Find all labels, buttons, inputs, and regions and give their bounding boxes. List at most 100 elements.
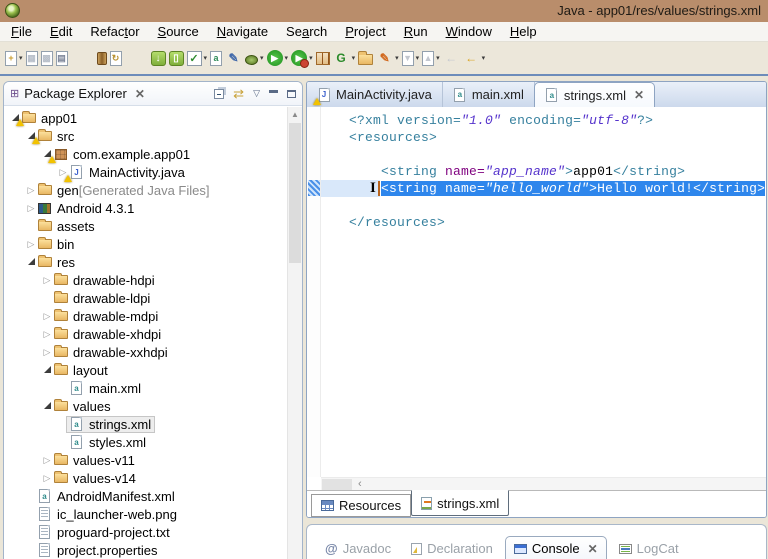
- refresh-button[interactable]: ↻: [109, 46, 123, 70]
- mark-occurrences-dropdown-arrow[interactable]: ▾: [395, 54, 399, 62]
- lint-check-button[interactable]: ✓▾: [186, 46, 209, 70]
- previous-annotation-dropdown-arrow[interactable]: ▾: [436, 54, 440, 62]
- previous-annotation-button[interactable]: ▲▾: [421, 46, 441, 70]
- tree-item-res[interactable]: res: [26, 253, 75, 271]
- tree-item-com-example-app01[interactable]: com.example.app01: [42, 145, 190, 163]
- new-android-project-button[interactable]: a: [209, 46, 223, 70]
- tree-item-styles-xml[interactable]: astyles.xml: [58, 433, 146, 451]
- android-sdk-manager-button[interactable]: ↓: [150, 46, 167, 70]
- page-tab-strings-xml[interactable]: strings.xml: [411, 490, 509, 516]
- menu-search[interactable]: Search: [277, 22, 336, 41]
- menu-edit[interactable]: Edit: [41, 22, 81, 41]
- view-tab-console[interactable]: Console✕: [505, 536, 607, 559]
- external-tools-button[interactable]: [96, 46, 108, 70]
- tree-expander-icon[interactable]: ▷: [42, 329, 52, 340]
- print-button[interactable]: ▤: [55, 46, 69, 70]
- menu-run[interactable]: Run: [395, 22, 437, 41]
- menu-project[interactable]: Project: [336, 22, 394, 41]
- tree-item-values[interactable]: values: [42, 397, 111, 415]
- view-tab-declaration[interactable]: Declaration: [403, 537, 501, 559]
- forward-button[interactable]: ←▾: [462, 46, 487, 70]
- hscroll-thumb[interactable]: [322, 479, 352, 490]
- view-menu-button[interactable]: ▽: [253, 88, 260, 99]
- collapse-all-button[interactable]: [214, 89, 224, 99]
- tree-expander-icon[interactable]: [42, 401, 52, 411]
- tree-expander-icon[interactable]: ▷: [26, 185, 36, 196]
- code-editor[interactable]: <?xml version="1.0" encoding="utf-8"?><r…: [321, 107, 766, 477]
- new-junit-test-dropdown-arrow[interactable]: ▾: [352, 54, 356, 62]
- tree-item-androidmanifest-xml[interactable]: aAndroidManifest.xml: [26, 487, 175, 505]
- debug-dropdown-arrow[interactable]: ▾: [260, 54, 264, 62]
- tree-item-drawable-xhdpi[interactable]: ▷drawable-xhdpi: [42, 325, 161, 343]
- tree-expander-icon[interactable]: ▷: [42, 347, 52, 358]
- tree-expander-icon[interactable]: ▷: [26, 203, 36, 214]
- tree-item-ic-launcher-web-png[interactable]: ic_launcher-web.png: [26, 505, 177, 523]
- hscroll-left-arrow[interactable]: ‹: [358, 478, 362, 490]
- new-wizard-dropdown-arrow[interactable]: ▾: [19, 54, 23, 62]
- android-virtual-device-manager-button[interactable]: ▯: [168, 46, 185, 70]
- scrollbar-thumb[interactable]: [289, 123, 301, 263]
- tree-expander-icon[interactable]: ▷: [42, 275, 52, 286]
- tree-item-assets[interactable]: assets: [26, 217, 95, 235]
- view-tab-logcat[interactable]: LogCat: [611, 537, 687, 559]
- editor-tab-mainactivity-java[interactable]: JMainActivity.java: [307, 82, 443, 107]
- view-tab-javadoc[interactable]: @Javadoc: [317, 537, 399, 559]
- debug-button[interactable]: ▾: [244, 46, 265, 70]
- tree-item-drawable-hdpi[interactable]: ▷drawable-hdpi: [42, 271, 155, 289]
- next-annotation-button[interactable]: ▼▾: [401, 46, 421, 70]
- scrollbar-up-arrow[interactable]: ▲: [288, 107, 302, 122]
- tree-item-drawable-xxhdpi[interactable]: ▷drawable-xxhdpi: [42, 343, 168, 361]
- open-resource-button[interactable]: [357, 46, 374, 70]
- new-junit-test-button[interactable]: G▾: [332, 46, 357, 70]
- close-icon[interactable]: ✕: [634, 88, 644, 102]
- menu-source[interactable]: Source: [149, 22, 208, 41]
- profile-button[interactable]: ▶▾: [290, 46, 314, 70]
- profile-dropdown-arrow[interactable]: ▾: [309, 54, 313, 62]
- close-icon[interactable]: ✕: [135, 87, 145, 101]
- save-button[interactable]: ▦: [25, 46, 39, 70]
- menu-navigate[interactable]: Navigate: [208, 22, 277, 41]
- tree-expander-icon[interactable]: ▷: [42, 311, 52, 322]
- editor-tab-main-xml[interactable]: amain.xml: [443, 82, 535, 107]
- new-wizard-button[interactable]: +▾: [4, 46, 24, 70]
- tree-item-layout[interactable]: layout: [42, 361, 108, 379]
- tree-item-proguard-project-txt[interactable]: proguard-project.txt: [26, 523, 170, 541]
- tree-item-drawable-mdpi[interactable]: ▷drawable-mdpi: [42, 307, 158, 325]
- maximize-button[interactable]: [287, 90, 296, 98]
- menu-window[interactable]: Window: [437, 22, 501, 41]
- editor-horizontal-scrollbar[interactable]: ‹: [321, 477, 766, 490]
- tree-item-values-v14[interactable]: ▷values-v14: [42, 469, 136, 487]
- tree-expander-icon[interactable]: [26, 257, 36, 267]
- menu-file[interactable]: File: [2, 22, 41, 41]
- run-dropdown-arrow[interactable]: ▾: [285, 54, 289, 62]
- tree-item-strings-xml[interactable]: astrings.xml: [58, 415, 155, 433]
- close-icon[interactable]: ✕: [588, 542, 598, 556]
- mark-occurrences-button[interactable]: ✎▾: [375, 46, 400, 70]
- forward-dropdown-arrow[interactable]: ▾: [482, 54, 486, 62]
- tree-item-values-v11[interactable]: ▷values-v11: [42, 451, 135, 469]
- tree-item-project-properties[interactable]: project.properties: [26, 541, 157, 559]
- tree-expander-icon[interactable]: ▷: [26, 239, 36, 250]
- new-java-project-button[interactable]: [315, 46, 331, 70]
- next-annotation-dropdown-arrow[interactable]: ▾: [416, 54, 420, 62]
- pencil-button[interactable]: ✎: [224, 46, 243, 70]
- run-button[interactable]: ▶▾: [266, 46, 290, 70]
- menu-help[interactable]: Help: [501, 22, 546, 41]
- link-with-editor-button[interactable]: ⇄: [233, 86, 244, 102]
- tree-item-gen[interactable]: ▷gen [Generated Java Files]: [26, 181, 210, 199]
- package-explorer-scrollbar[interactable]: ▲: [287, 107, 302, 559]
- lint-check-dropdown-arrow[interactable]: ▾: [204, 54, 208, 62]
- tree-item-src[interactable]: src: [26, 127, 74, 145]
- tree-item-drawable-ldpi[interactable]: drawable-ldpi: [42, 289, 150, 307]
- save-all-button[interactable]: ▩: [40, 46, 54, 70]
- back-button[interactable]: ←: [442, 46, 461, 70]
- tree-expander-icon[interactable]: ▷: [42, 455, 52, 466]
- tree-item-app01[interactable]: app01: [10, 109, 77, 127]
- tree-expander-icon[interactable]: ▷: [42, 473, 52, 484]
- tree-item-mainactivity-java[interactable]: ▷JMainActivity.java: [58, 163, 185, 181]
- page-tab-resources[interactable]: Resources: [311, 494, 411, 517]
- tree-expander-icon[interactable]: [42, 365, 52, 375]
- tree-item-android-4-3-1[interactable]: ▷Android 4.3.1: [26, 199, 134, 217]
- menu-refactor[interactable]: Refactor: [81, 22, 148, 41]
- tree-item-main-xml[interactable]: amain.xml: [58, 379, 141, 397]
